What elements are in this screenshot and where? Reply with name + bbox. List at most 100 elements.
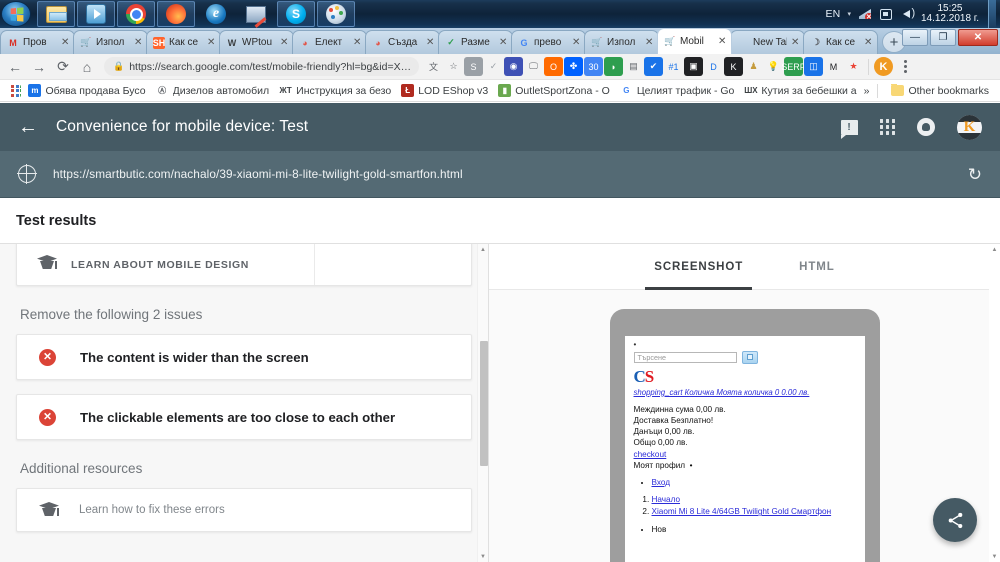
bookmark-item[interactable]: ШХКутия за бебешки а	[739, 83, 861, 98]
browser-tab[interactable]: MПров✕	[0, 30, 75, 54]
results-panel-scrollbar[interactable]: ▲ ▼	[477, 244, 488, 562]
tab-close-icon[interactable]: ✕	[718, 36, 727, 47]
person-extension-icon[interactable]: ♟	[744, 57, 763, 76]
taskbar-item-paint[interactable]	[317, 1, 355, 27]
preview-breadcrumb-home[interactable]: Начало	[652, 495, 681, 504]
taskbar-item-windows-explorer[interactable]	[37, 1, 75, 27]
s-extension-icon[interactable]: S	[464, 57, 483, 76]
bookmark-item[interactable]: ŁLOD EShop v3	[396, 83, 493, 98]
tab-close-icon[interactable]: ✕	[207, 37, 216, 48]
browser-tab[interactable]: ◕Създа✕	[365, 30, 440, 54]
opera-extension-icon[interactable]: O	[544, 57, 563, 76]
bookmark-item[interactable]: GЦелият трафик - Go	[615, 83, 740, 98]
tab-close-icon[interactable]: ✕	[353, 37, 362, 48]
reload-button[interactable]: ⟳	[52, 56, 74, 78]
browser-tab[interactable]: WWPtou✕	[219, 30, 294, 54]
preview-breadcrumb-product[interactable]: Xiaomi Mi 8 Lite 4/64GB Twilight Gold См…	[652, 507, 832, 516]
browser-tab[interactable]: 🛒Изпол✕	[73, 30, 148, 54]
tested-url-text[interactable]: https://smartbutic.com/nachalo/39-xiaomi…	[53, 167, 463, 181]
taskbar-item-google-chrome[interactable]	[117, 1, 155, 27]
browser-tab[interactable]: 🛒Изпол✕	[584, 30, 659, 54]
other-bookmarks-folder[interactable]: Other bookmarks	[886, 84, 994, 98]
learn-about-mobile-design-link[interactable]: LEARN ABOUT MOBILE DESIGN	[71, 259, 249, 271]
scroll-down-icon[interactable]: ▼	[478, 551, 488, 562]
preview-search-input[interactable]: Търсене	[634, 352, 737, 363]
resource-row[interactable]: Learn how to fix these errors	[16, 488, 472, 532]
google-apps-icon[interactable]	[880, 119, 896, 135]
browser-tab[interactable]: 🛒Mobil✕	[657, 28, 732, 54]
issue-row[interactable]: ✕ The content is wider than the screen	[16, 334, 472, 380]
learn-card-left[interactable]: LEARN ABOUT MOBILE DESIGN	[17, 244, 314, 285]
browser-tab[interactable]: New Tab✕	[730, 30, 805, 54]
preview-login-link[interactable]: Вход	[652, 478, 671, 487]
preview-search-button[interactable]	[742, 351, 758, 364]
cat-extension-icon[interactable]: ▣	[684, 57, 703, 76]
screenshot-extension-icon[interactable]: ▤	[624, 57, 643, 76]
forward-button[interactable]: →	[28, 56, 50, 78]
rss-extension-icon[interactable]: ◗	[604, 57, 623, 76]
scroll-down-icon[interactable]: ▼	[989, 551, 1000, 562]
bookmark-item[interactable]: ▮OutletSportZona - O	[493, 83, 615, 98]
blue-extension-icon[interactable]: ◫	[804, 57, 823, 76]
scroll-up-icon[interactable]: ▲	[989, 244, 1000, 255]
tab-close-icon[interactable]: ✕	[134, 37, 143, 48]
retest-button[interactable]: ↻	[968, 166, 982, 183]
address-bar[interactable]: 🔒 https://search.google.com/test/mobile-…	[104, 57, 419, 76]
check-extension-icon[interactable]: ✓	[484, 57, 503, 76]
browser-tab[interactable]: Gпрево✕	[511, 30, 586, 54]
home-button[interactable]: ⌂	[76, 56, 98, 78]
translate-icon[interactable]: 文	[424, 57, 443, 76]
bulbs-extension-icon[interactable]: 💡	[764, 57, 783, 76]
minimize-button[interactable]: —	[902, 29, 928, 46]
bookmarks-overflow-button[interactable]: »	[864, 85, 870, 97]
tab-close-icon[interactable]: ✕	[61, 37, 70, 48]
tab-screenshot[interactable]: SCREENSHOT	[654, 244, 743, 290]
tab-close-icon[interactable]: ✕	[426, 37, 435, 48]
k-extension-icon[interactable]: K	[724, 57, 743, 76]
tab-html[interactable]: HTML	[799, 244, 835, 290]
umbrella-extension-icon[interactable]: ◉	[504, 57, 523, 76]
notifications-icon[interactable]	[917, 118, 935, 136]
language-indicator[interactable]: EN	[825, 8, 840, 20]
network-icon[interactable]: ✕	[858, 7, 872, 21]
browser-tab[interactable]: ☽Как се✕	[803, 30, 878, 54]
tab-close-icon[interactable]: ✕	[280, 37, 289, 48]
shield-extension-icon[interactable]: ✔	[644, 57, 663, 76]
browser-tab[interactable]: ✓Разме✕	[438, 30, 513, 54]
tray-expand-icon[interactable]: ▾	[847, 10, 851, 18]
mail-extension-icon[interactable]: M	[824, 57, 843, 76]
action-center-icon[interactable]	[879, 7, 893, 21]
browser-tab[interactable]: ◕Елект✕	[292, 30, 367, 54]
taskbar-item-internet-explorer[interactable]	[197, 1, 235, 27]
issue-row[interactable]: ✕ The clickable elements are too close t…	[16, 394, 472, 440]
taskbar-item-paint-shop-pro[interactable]	[237, 1, 275, 27]
star-bookmark-icon[interactable]: ☆	[444, 57, 463, 76]
bookmark-item[interactable]: ⒶДизелов автомобил	[151, 83, 275, 98]
feedback-icon[interactable]	[841, 120, 858, 135]
avatar[interactable]: K	[957, 115, 982, 140]
app-back-button[interactable]: ←	[18, 117, 42, 137]
share-button[interactable]	[933, 498, 977, 542]
d-extension-icon[interactable]: D	[704, 57, 723, 76]
monitor-extension-icon[interactable]: 🖵	[524, 57, 543, 76]
preview-checkout-link[interactable]: checkout	[634, 449, 667, 460]
taskbar-item-skype[interactable]: S	[277, 1, 315, 27]
chrome-menu-button[interactable]	[897, 60, 913, 73]
taskbar-item-windows-media-player[interactable]	[77, 1, 115, 27]
maximize-button[interactable]: ❐	[930, 29, 956, 46]
clock[interactable]: 15:25 14.12.2018 г.	[921, 4, 981, 25]
tab-close-icon[interactable]: ✕	[864, 37, 873, 48]
bookmark-item[interactable]: ЖТИнструкция за безо	[274, 83, 396, 98]
scroll-up-icon[interactable]: ▲	[478, 244, 488, 255]
tab-close-icon[interactable]: ✕	[499, 37, 508, 48]
close-button[interactable]: ✕	[958, 29, 998, 46]
star-extension-icon[interactable]: ★	[844, 57, 863, 76]
bookmark-apps[interactable]: Apps	[6, 84, 21, 98]
serp-extension-icon[interactable]: SERP	[784, 57, 803, 76]
calendar-extension-icon[interactable]: 30	[584, 57, 603, 76]
scrollbar-thumb[interactable]	[480, 341, 488, 466]
volume-icon[interactable]	[900, 7, 914, 21]
browser-tab[interactable]: SHКак се✕	[146, 30, 221, 54]
dropbox-extension-icon[interactable]: ✤	[564, 57, 583, 76]
rank-extension-icon[interactable]: #1	[664, 57, 683, 76]
